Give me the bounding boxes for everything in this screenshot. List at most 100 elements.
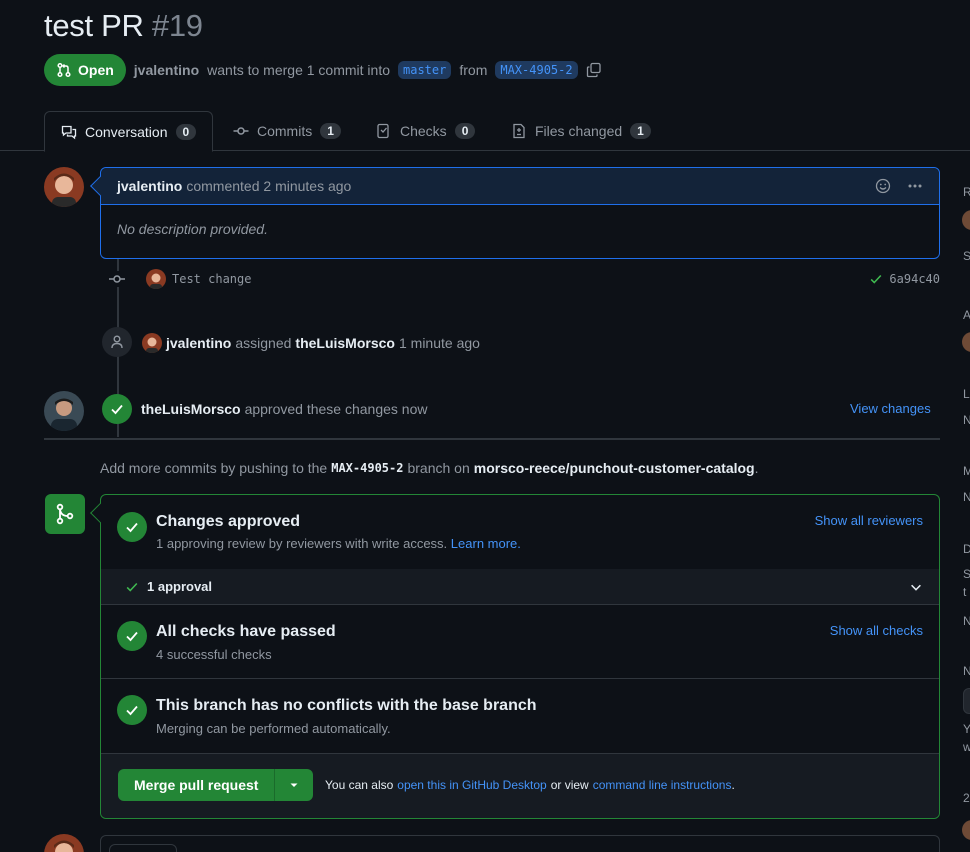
show-all-checks-link[interactable]: Show all checks bbox=[830, 623, 923, 638]
comment-action: commented 2 minutes ago bbox=[186, 178, 352, 194]
sidebar-heading-notifications: N bbox=[963, 664, 970, 678]
commit-message-link[interactable]: Test change bbox=[172, 272, 251, 286]
avatar[interactable] bbox=[44, 391, 84, 431]
check-circle-icon bbox=[117, 512, 147, 542]
avatar[interactable] bbox=[44, 834, 84, 852]
assign-target[interactable]: theLuisMorsco bbox=[295, 335, 395, 351]
copy-icon[interactable] bbox=[586, 62, 602, 78]
learn-more-link[interactable]: Learn more. bbox=[451, 536, 521, 551]
sidebar-heading-milestone: M bbox=[963, 464, 970, 478]
base-branch[interactable]: master bbox=[398, 61, 452, 79]
approval-count-row[interactable]: 1 approval bbox=[101, 569, 939, 605]
or-view-text: or view bbox=[550, 778, 589, 792]
commit-sha-link[interactable]: 6a94c40 bbox=[889, 272, 940, 286]
approve-event: theLuisMorsco approved these changes now bbox=[141, 400, 428, 418]
tab-files-changed[interactable]: Files changed 1 bbox=[495, 111, 667, 151]
show-all-reviewers-link[interactable]: Show all reviewers bbox=[815, 513, 923, 528]
status-label: Open bbox=[78, 62, 114, 78]
merge-text: wants to merge 1 commit into bbox=[207, 62, 390, 78]
approve-actor[interactable]: theLuisMorsco bbox=[141, 401, 241, 417]
view-changes-link[interactable]: View changes bbox=[850, 401, 931, 416]
merge-method-dropdown[interactable] bbox=[275, 769, 313, 801]
push-hint-middle: branch on bbox=[407, 460, 470, 476]
check-icon bbox=[126, 582, 138, 592]
sidebar-text: S bbox=[963, 567, 970, 581]
comment-header: jvalentino commented 2 minutes ago bbox=[101, 168, 939, 205]
avatar[interactable] bbox=[962, 210, 970, 230]
avatar[interactable] bbox=[142, 333, 162, 353]
tab-count: 1 bbox=[630, 123, 651, 139]
sidebar-text: N bbox=[963, 490, 970, 504]
chevron-down-icon[interactable] bbox=[909, 580, 923, 594]
push-hint-prefix: Add more commits by pushing to the bbox=[100, 460, 328, 476]
triangle-down-icon bbox=[290, 783, 298, 787]
sidebar-heading-reviewers: R bbox=[963, 185, 970, 199]
new-comment-box[interactable] bbox=[100, 835, 940, 852]
sidebar-heading-assignees: A bbox=[963, 308, 970, 322]
sidebar-heading-development: D bbox=[963, 542, 970, 556]
commit-icon bbox=[108, 271, 126, 287]
pr-author-link[interactable]: jvalentino bbox=[134, 62, 199, 78]
assign-time: 1 minute ago bbox=[398, 335, 480, 351]
check-circle-icon bbox=[117, 621, 147, 651]
file-diff-icon bbox=[513, 123, 525, 139]
pr-meta: Open jvalentino wants to merge 1 commit … bbox=[44, 54, 602, 86]
tab-checks[interactable]: Checks 0 bbox=[360, 111, 491, 151]
pr-number: #19 bbox=[151, 8, 203, 43]
tab-label: Conversation bbox=[85, 123, 168, 140]
tab-count: 0 bbox=[175, 123, 197, 140]
also-text: You can also bbox=[325, 778, 394, 792]
assign-event: jvalentino assigned theLuisMorsco 1 minu… bbox=[142, 333, 480, 353]
checks-subtitle: 4 successful checks bbox=[156, 647, 272, 662]
smiley-icon[interactable] bbox=[875, 178, 891, 194]
from-text: from bbox=[459, 62, 488, 78]
subscribe-button[interactable] bbox=[963, 688, 970, 714]
merge-box: Changes approved 1 approving review by r… bbox=[90, 494, 940, 819]
sidebar-heading-participants: 2 bbox=[963, 791, 970, 805]
write-tab[interactable] bbox=[109, 844, 177, 852]
check-circle-icon bbox=[102, 394, 132, 424]
merge-button-group: Merge pull request bbox=[118, 769, 314, 801]
tab-count: 1 bbox=[320, 123, 341, 139]
sidebar-text: Y bbox=[963, 722, 970, 736]
push-hint-branch: MAX-4905-2 bbox=[331, 461, 404, 475]
approved-title: Changes approved bbox=[156, 513, 301, 530]
push-hint-repo: morsco-reece/punchout-customer-catalog bbox=[473, 460, 755, 476]
avatar[interactable] bbox=[962, 332, 970, 352]
sidebar-text: N bbox=[963, 614, 970, 628]
sidebar-text: t bbox=[963, 585, 967, 599]
sidebar-text: w bbox=[963, 740, 970, 754]
approved-subtitle: 1 approving review by reviewers with wri… bbox=[156, 536, 521, 551]
pr-tabs: Conversation 0 Commits 1 Checks 0 Files … bbox=[0, 111, 970, 152]
avatar[interactable] bbox=[962, 820, 970, 840]
conflicts-section: This branch has no conflicts with the ba… bbox=[101, 679, 939, 754]
comment-icon bbox=[61, 125, 77, 139]
git-merge-icon bbox=[45, 494, 85, 534]
tab-commits[interactable]: Commits 1 bbox=[217, 111, 357, 151]
conflicts-title: This branch has no conflicts with the ba… bbox=[156, 697, 537, 714]
approval-count: 1 approval bbox=[147, 579, 213, 594]
head-branch[interactable]: MAX-4905-2 bbox=[495, 61, 578, 79]
checklist-icon bbox=[377, 123, 389, 139]
assign-actor[interactable]: jvalentino bbox=[166, 335, 231, 351]
avatar[interactable] bbox=[146, 269, 166, 289]
avatar[interactable] bbox=[44, 167, 84, 207]
github-desktop-link[interactable]: open this in GitHub Desktop bbox=[397, 778, 546, 792]
approved-subtitle-text: 1 approving review by reviewers with wri… bbox=[156, 536, 448, 551]
kebab-horizontal-icon[interactable] bbox=[907, 178, 923, 194]
pr-title-text: test PR bbox=[44, 8, 144, 43]
tab-count: 0 bbox=[454, 123, 476, 139]
push-hint-suffix: . bbox=[754, 460, 759, 476]
check-icon bbox=[871, 274, 882, 284]
merge-actions: Merge pull request You can also open thi… bbox=[101, 754, 939, 818]
command-line-link[interactable]: command line instructions bbox=[593, 778, 732, 792]
end-text: . bbox=[731, 778, 735, 792]
comment-body: No description provided. bbox=[117, 221, 268, 237]
merge-alternatives: You can also open this in GitHub Desktop… bbox=[325, 778, 735, 792]
tab-conversation[interactable]: Conversation 0 bbox=[44, 111, 214, 152]
sidebar-text: S bbox=[963, 249, 970, 263]
merge-pull-request-button[interactable]: Merge pull request bbox=[118, 769, 276, 801]
commit-row: Test change 6a94c40 bbox=[108, 269, 940, 289]
sidebar-text: N bbox=[963, 413, 970, 427]
comment-author[interactable]: jvalentino bbox=[117, 178, 182, 194]
